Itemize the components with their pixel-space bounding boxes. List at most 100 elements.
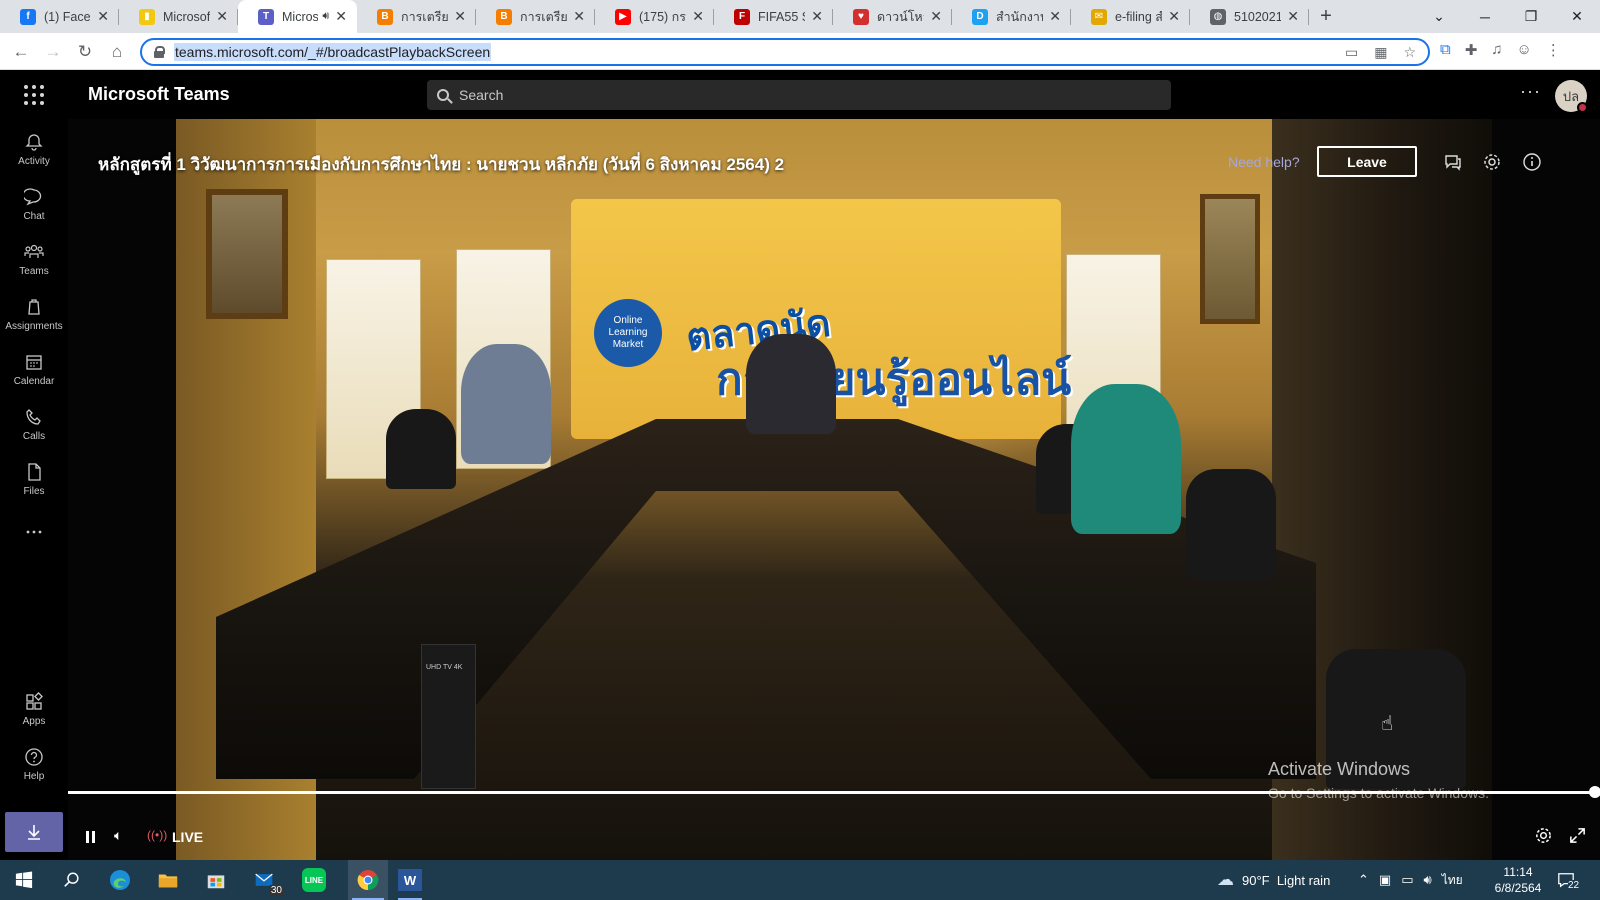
participant (461, 344, 551, 464)
rail-item-calendar[interactable]: Calendar (0, 341, 68, 397)
home-icon[interactable]: ⌂ (106, 41, 128, 63)
chrome-icon[interactable] (348, 860, 388, 900)
new-tab-button[interactable]: + (1309, 0, 1343, 33)
live-label: LIVE (172, 829, 204, 845)
media-control-icon[interactable]: ♫ (1491, 41, 1502, 59)
tab-audio-icon[interactable]: 🔊︎ (322, 10, 329, 23)
leave-button[interactable]: Leave (1317, 146, 1417, 177)
speaker-icon[interactable]: 🔊︎ (1424, 872, 1432, 888)
reload-icon[interactable]: ↻ (74, 41, 96, 63)
rail-item-assignments[interactable]: Assignments (0, 286, 68, 342)
close-tab-icon[interactable]: ✕ (216, 8, 228, 25)
browser-tab[interactable]: ◍ 510202108 ✕ (1190, 0, 1309, 33)
participant (1071, 384, 1181, 534)
playback-progress-bar[interactable] (68, 791, 1600, 794)
browser-tab[interactable]: D สำนักงาน ก ✕ (952, 0, 1071, 33)
close-window-icon[interactable]: ✕ (1554, 8, 1600, 25)
need-help-link[interactable]: Need help? (1228, 154, 1300, 170)
rail-item-help[interactable]: Help (0, 736, 68, 792)
video-frame: Online Learning Market ตลาดนัด การเรียนร… (176, 119, 1492, 860)
mail-icon[interactable]: 30 (250, 866, 284, 896)
notification-center-icon[interactable]: 22 (1556, 860, 1580, 900)
rail-item-activity[interactable]: Activity (0, 121, 68, 177)
search-input[interactable]: Search (427, 80, 1171, 110)
windows-start-icon[interactable] (10, 866, 38, 894)
rail-item-teams[interactable]: Teams (0, 231, 68, 287)
bookmark-star-icon[interactable]: ☆ (1403, 44, 1416, 61)
weather-widget[interactable]: ☁ 90°F Light rain (1217, 860, 1330, 900)
restore-icon[interactable]: ❐ (1508, 8, 1554, 25)
browser-tab[interactable]: B การเตรียมต ✕ (357, 0, 476, 33)
close-tab-icon[interactable]: ✕ (692, 8, 704, 25)
browser-tab-strip: f (1) Facebook ✕ ▮ Microsoft F ✕ T Micros🔊︎ ✕ B กา… (0, 0, 1600, 33)
network-icon[interactable]: ▭ (1401, 872, 1413, 888)
browser-tab[interactable]: ♥ ดาวน์โหลดโ ✕ (833, 0, 952, 33)
close-tab-icon[interactable]: ✕ (454, 8, 466, 25)
edge-browser-icon[interactable] (106, 866, 134, 894)
progress-scrubber-handle[interactable] (1589, 786, 1600, 798)
lock-icon[interactable] (154, 46, 165, 58)
qr-code-icon[interactable]: ▦ (1374, 44, 1387, 61)
extensions-puzzle-icon[interactable]: ✚ (1465, 41, 1478, 59)
efiling-icon: ✉ (1091, 8, 1107, 25)
close-tab-icon[interactable]: ✕ (97, 8, 109, 25)
tab-title: 510202108 (1234, 9, 1282, 24)
close-tab-icon[interactable]: ✕ (930, 8, 942, 25)
avatar[interactable]: ปล (1555, 80, 1588, 113)
clock[interactable]: 11:14 6/8/2564 (1488, 860, 1548, 900)
clock-time: 11:14 (1503, 865, 1533, 879)
browser-tab[interactable]: ✉ e-filing สำ ✕ (1071, 0, 1190, 33)
download-button[interactable] (5, 812, 63, 852)
fullscreen-icon[interactable] (1568, 826, 1587, 850)
forward-icon[interactable]: → (42, 41, 64, 63)
input-language[interactable]: ไทย (1442, 871, 1463, 890)
address-bar[interactable]: teams.microsoft.com/_#/broadcastPlayback… (140, 38, 1430, 66)
broadcast-player[interactable]: Online Learning Market ตลาดนัด การเรียนร… (68, 119, 1600, 860)
close-tab-icon[interactable]: ✕ (335, 8, 347, 25)
close-tab-icon[interactable]: ✕ (1168, 8, 1180, 25)
rail-item-label: Assignments (5, 320, 63, 332)
show-hidden-icons-icon[interactable]: ⌃ (1358, 872, 1369, 888)
browser-tab[interactable]: F FIFA55 Spo ✕ (714, 0, 833, 33)
rail-item-more[interactable] (0, 506, 68, 562)
volume-icon[interactable]: 🔈︎ (114, 827, 122, 844)
browser-tab[interactable]: ▶ (175) กรอก ✕ (595, 0, 714, 33)
browser-tab[interactable]: f (1) Facebook ✕ (0, 0, 119, 33)
url-text[interactable]: teams.microsoft.com/_#/broadcastPlayback… (174, 43, 492, 61)
file-explorer-icon[interactable] (154, 866, 182, 894)
meet-now-icon[interactable]: ▣ (1379, 872, 1391, 888)
system-tray: ⌃ ▣ ▭ 🔊︎ ไทย (1358, 860, 1463, 900)
browser-menu-icon[interactable]: ⋮ (1546, 41, 1561, 59)
extension-translate-icon[interactable]: ⧉ (1440, 41, 1451, 59)
participant (746, 334, 836, 434)
back-icon[interactable]: ← (10, 41, 32, 63)
minimize-icon[interactable]: ─ (1462, 9, 1508, 25)
rail-item-apps[interactable]: Apps (0, 681, 68, 737)
browser-tab[interactable]: T Micros 🔊︎ ✕ (238, 0, 357, 33)
taskbar-search-icon[interactable] (58, 866, 86, 894)
info-icon[interactable] (1522, 152, 1542, 172)
line-app-icon[interactable]: LINE (300, 866, 328, 894)
browser-tab[interactable]: ▮ Microsoft F ✕ (119, 0, 238, 33)
more-options-icon[interactable]: ··· (1520, 81, 1541, 102)
settings-gear-icon[interactable] (1482, 152, 1502, 172)
microsoft-store-icon[interactable] (202, 866, 230, 894)
player-settings-icon[interactable] (1534, 826, 1553, 850)
rail-item-chat[interactable]: Chat (0, 176, 68, 232)
close-tab-icon[interactable]: ✕ (573, 8, 585, 25)
word-icon[interactable]: W (396, 866, 424, 900)
cloud-rain-icon: ☁ (1217, 870, 1234, 889)
browser-tab[interactable]: B การเตรียมต ✕ (476, 0, 595, 33)
close-tab-icon[interactable]: ✕ (811, 8, 823, 25)
app-launcher-icon[interactable] (24, 85, 44, 105)
rail-item-calls[interactable]: Calls (0, 396, 68, 452)
tab-title: (1) Facebook (44, 9, 91, 24)
close-tab-icon[interactable]: ✕ (1049, 8, 1061, 25)
rail-item-files[interactable]: Files (0, 451, 68, 507)
pause-button[interactable] (86, 831, 96, 843)
close-tab-icon[interactable]: ✕ (1287, 8, 1299, 25)
qna-icon[interactable] (1443, 152, 1463, 172)
cast-icon[interactable]: ▭ (1345, 44, 1358, 61)
tab-search-icon[interactable]: ⌄ (1416, 8, 1462, 25)
profile-avatar-icon[interactable]: ☺ (1517, 41, 1532, 59)
